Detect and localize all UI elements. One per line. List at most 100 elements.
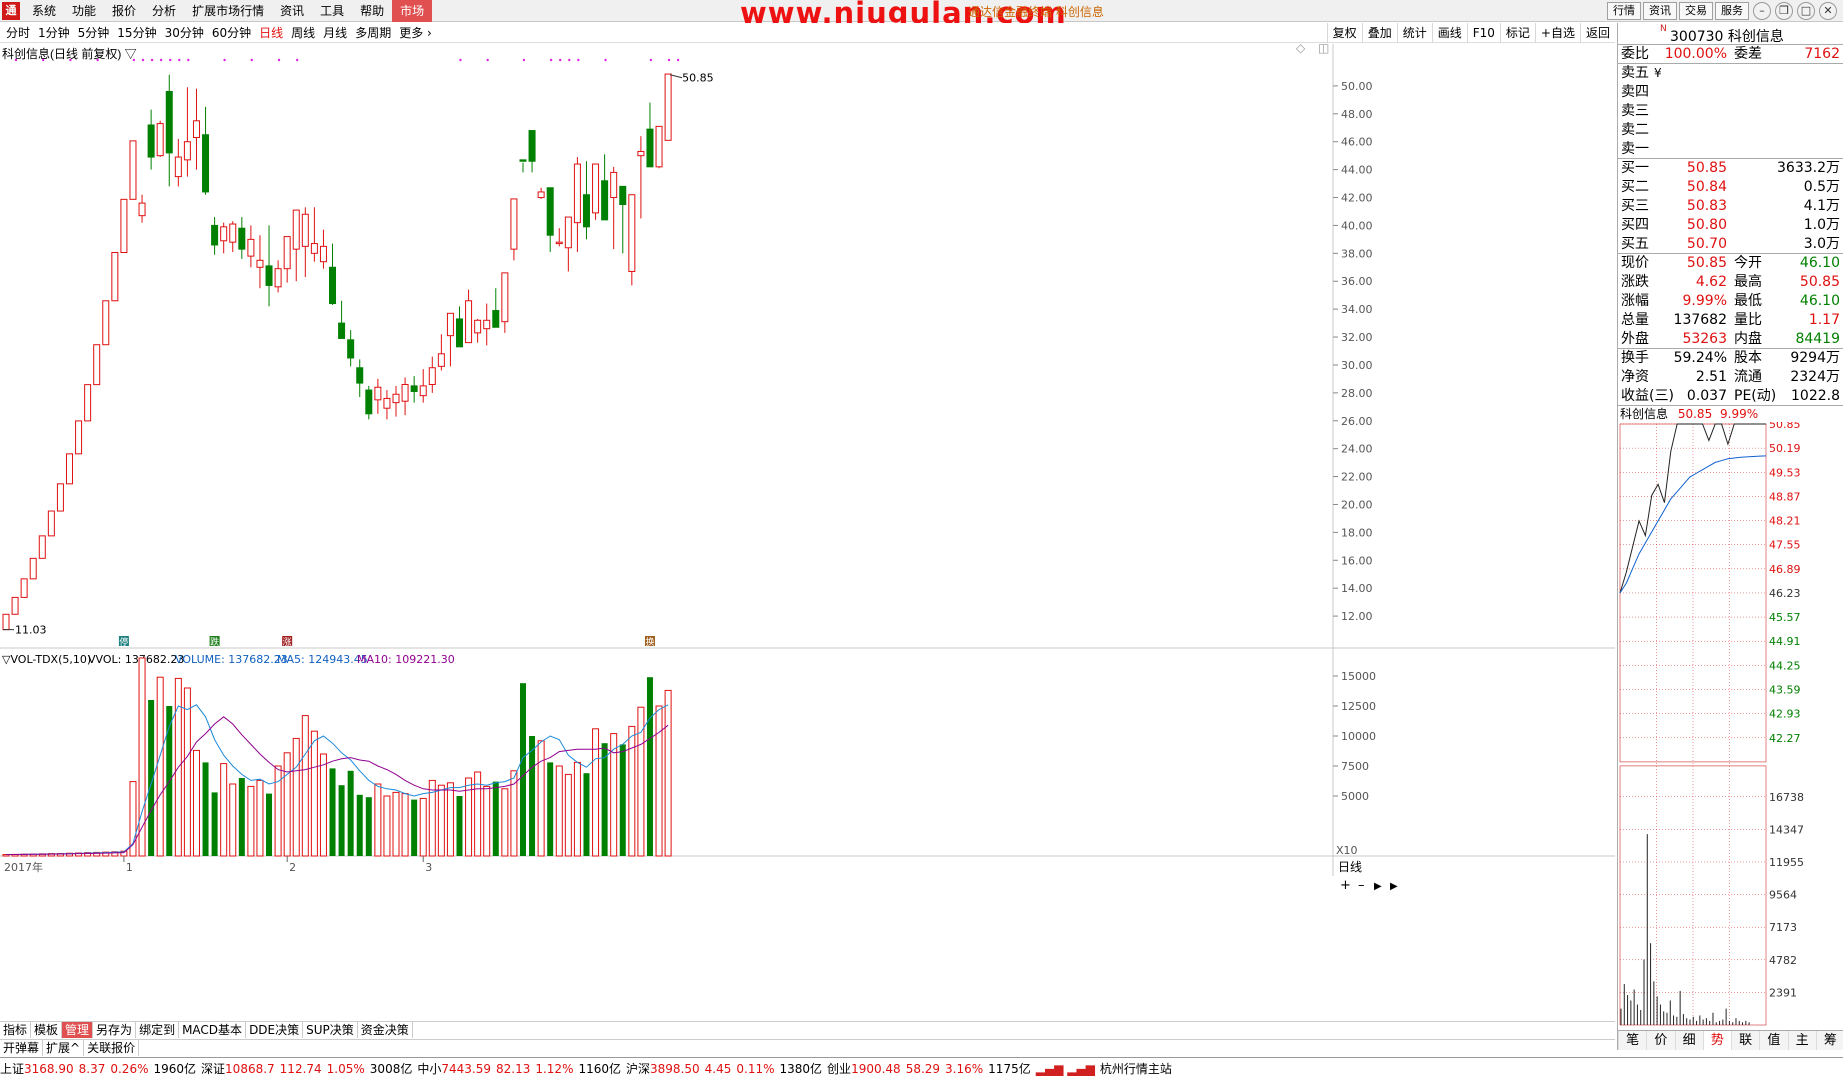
y-tick-label: 16.00 (1341, 554, 1373, 567)
menu-item[interactable]: 系统 (24, 0, 64, 22)
extra-tab[interactable]: 扩展^ (43, 1040, 85, 1056)
quote-tab[interactable]: 细 (1674, 1031, 1703, 1050)
ask-label: 卖二 (1621, 122, 1649, 138)
ticker-index-name[interactable]: 沪深 (626, 1062, 650, 1076)
top-button[interactable]: 资讯 (1643, 2, 1677, 20)
vol-y-tick-label: 12500 (1341, 700, 1376, 713)
period-tab[interactable]: 月线 (319, 23, 351, 43)
ask-label: 卖一 (1621, 141, 1649, 157)
vol-y-tick-label: 5000 (1341, 790, 1369, 803)
period-tab[interactable]: 更多 › (395, 23, 436, 43)
quote-tab[interactable]: 笔 (1618, 1031, 1646, 1050)
high-pointer (669, 74, 683, 79)
candle (165, 74, 173, 187)
ask-label: 卖四 (1621, 84, 1649, 100)
top-button[interactable]: 交易 (1679, 2, 1713, 20)
quote-tab[interactable]: 联 (1731, 1031, 1759, 1050)
quote-tab[interactable]: 势 (1702, 1031, 1731, 1050)
menu-item[interactable]: 帮助 (352, 0, 392, 22)
menu-item[interactable]: 市场 (392, 0, 433, 22)
intraday-chart[interactable]: 50.85 50.19 49.53 48.87 48.21 47.55 46.89 46.23… (1618, 422, 1843, 1029)
menu-item[interactable]: 工具 (312, 0, 352, 22)
tool-button[interactable]: 叠加 (1361, 23, 1397, 43)
indicator-tab[interactable]: MACD基本 (179, 1022, 247, 1038)
period-tab[interactable]: 周线 (287, 23, 319, 43)
candle (610, 166, 618, 250)
volume-bar (211, 792, 218, 856)
event-dot (150, 58, 154, 62)
kline-chart-area[interactable]: 科创信息(日线 前复权) ▽ 12.00 14.00 16.00 18.00 20.00 2… (0, 44, 1615, 1050)
indicator-tab[interactable]: DDE决策 (246, 1022, 304, 1038)
event-dot (69, 58, 72, 62)
indicator-tab[interactable]: SUP决策 (303, 1022, 358, 1038)
top-button[interactable]: 服务 (1715, 2, 1749, 20)
volume-bar (646, 677, 653, 856)
volume-bar (419, 797, 427, 857)
period-tab[interactable]: 多周期 (351, 23, 395, 43)
zoom-minus-icon[interactable]: – (1358, 878, 1365, 893)
indicator-tab[interactable]: 管理 (62, 1022, 94, 1038)
menu-item[interactable]: 资讯 (272, 0, 312, 22)
indicator-tab[interactable]: 资金决策 (358, 1022, 413, 1038)
ticker-index-name[interactable]: 上证 (0, 1062, 24, 1076)
minimize-icon[interactable]: – (1753, 2, 1771, 20)
tool-button[interactable]: F10 (1466, 23, 1500, 43)
top-button[interactable]: 行情 (1607, 2, 1641, 20)
volume-header-item: VVOL: 137682.23 (88, 653, 184, 666)
extra-tab[interactable]: 关联报价 (84, 1040, 140, 1056)
period-tab[interactable]: 1分钟 (34, 23, 74, 43)
ticker-index-name[interactable]: 创业 (827, 1062, 851, 1076)
indicator-tab[interactable]: 绑定到 (136, 1022, 180, 1038)
period-tab[interactable]: 5分钟 (74, 23, 114, 43)
tool-button[interactable]: 返回 (1579, 23, 1615, 43)
close-icon[interactable]: ✕ (1819, 2, 1837, 20)
intraday-price-label: 48.87 (1769, 490, 1801, 503)
intraday-vol-label: 2391 (1769, 986, 1797, 999)
bid-label: 买四 (1621, 217, 1649, 233)
quote-tab[interactable]: 主 (1787, 1031, 1816, 1050)
quote-tab[interactable]: 价 (1646, 1031, 1674, 1050)
indicator-tab[interactable]: 模板 (31, 1022, 63, 1038)
restore-icon[interactable]: ❐ (1775, 2, 1793, 20)
menu-item[interactable]: 报价 (104, 0, 144, 22)
volume-bar (456, 796, 463, 856)
menu-item[interactable]: 功能 (64, 0, 104, 22)
ticker-index-change: 58.29 (905, 1062, 941, 1076)
station-name[interactable]: 杭州行情主站 (1100, 1062, 1172, 1076)
ticker-index-name[interactable]: 中小 (417, 1062, 441, 1076)
intraday-price-label: 44.25 (1769, 659, 1801, 672)
kline-svg[interactable]: 科创信息(日线 前复权) ▽ 12.00 14.00 16.00 18.00 20.00 2… (0, 44, 1615, 1020)
volume-bar (573, 761, 581, 857)
tool-button[interactable]: 标记 (1499, 23, 1535, 43)
indicator-tab[interactable]: 另存为 (93, 1022, 137, 1038)
extra-tab[interactable]: 开弹幕 (0, 1040, 44, 1056)
tool-button[interactable]: 统计 (1396, 23, 1432, 43)
panel-toggle-icon[interactable]: ◫ (1318, 44, 1329, 55)
toggle-arrow-icon[interactable]: ▶ (1390, 881, 1398, 892)
volume-bar (192, 749, 200, 857)
ticker-index-name[interactable]: 深证 (201, 1062, 225, 1076)
period-tab[interactable]: 30分钟 (161, 23, 208, 43)
menu-arrow-icon[interactable]: ▶ (1374, 881, 1382, 892)
quote-tab[interactable]: 筹 (1815, 1031, 1843, 1050)
quote-tab[interactable]: 值 (1759, 1031, 1787, 1050)
zoom-plus-icon[interactable]: + (1340, 878, 1351, 893)
indicator-tab[interactable]: 指标 (0, 1022, 32, 1038)
tool-button[interactable]: 画线 (1431, 23, 1467, 43)
candle (65, 453, 73, 485)
period-tab[interactable]: 15分钟 (113, 23, 160, 43)
tool-button[interactable]: 复权 (1326, 23, 1362, 43)
period-tab[interactable]: 日线 (255, 23, 287, 43)
period-tab[interactable]: 60分钟 (208, 23, 255, 43)
period-tab[interactable]: 分时 (2, 23, 34, 43)
diamond-icon[interactable]: ◇ (1296, 44, 1306, 55)
bid-price: 50.70 (1686, 236, 1727, 252)
bid-row: 买三 50.83 4.1万 (1618, 197, 1843, 216)
menu-item[interactable]: 分析 (144, 0, 184, 22)
menu-item[interactable]: 扩展市场行情 (184, 0, 272, 22)
candle (211, 217, 219, 255)
maximize-icon[interactable]: □ (1797, 2, 1815, 20)
stock-code-name[interactable]: 300730 科创信息 (1670, 26, 1784, 46)
volume-bar (256, 779, 264, 857)
tool-button[interactable]: +自选 (1534, 23, 1580, 43)
